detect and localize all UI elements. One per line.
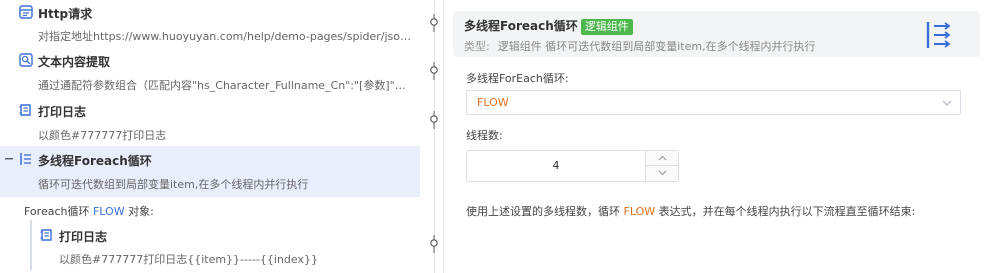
foreach-icon	[20, 153, 31, 165]
detail-panel: 多线程Foreach循环 逻辑组件 类型: 逻辑组件 循环可迭代数组到局部变量ite…	[443, 0, 984, 273]
node-description: 循环可迭代数组到局部变量item,在多个线程内并行执行	[38, 178, 309, 191]
node-title: 文本内容提取	[38, 55, 111, 69]
component-badge: 逻辑组件	[580, 19, 633, 35]
type-value: 逻辑组件 循环可迭代数组到局部变量item,在多个线程内并行执行	[497, 40, 816, 53]
http-icon	[19, 5, 33, 19]
flow-node-text-extract[interactable]: 文本内容提取 通过通配符参数组合（匹配内容"hs_Character_Fulln…	[0, 47, 420, 96]
foreach-source-label: 多线程ForEach循环:	[466, 72, 569, 85]
log-icon	[40, 229, 52, 241]
node-description: 以颜色#777777打印日志	[38, 129, 167, 142]
node-description: 以颜色#777777打印日志{{item}}-----{{index}}	[59, 253, 318, 266]
flow-node-multithread-foreach[interactable]: 多线程Foreach循环 循环可迭代数组到局部变量item,在多个线程内并行执行	[0, 146, 420, 197]
foreach-prefix: Foreach循环	[24, 205, 90, 218]
flow-node-child-print-log[interactable]: 打印日志 以颜色#777777打印日志{{item}}-----{{index}…	[20, 222, 420, 272]
flow-connector-line	[434, 0, 435, 273]
connector-icon[interactable]	[428, 62, 440, 80]
detail-type-row: 类型: 逻辑组件 循环可迭代数组到局部变量item,在多个线程内并行执行	[464, 38, 816, 54]
chevron-up-icon	[658, 155, 667, 161]
foreach-icon	[926, 22, 951, 48]
log-icon	[19, 104, 31, 116]
foreach-source-value: FLOW	[477, 96, 509, 109]
flow-panel: Http请求 对指定地址https://www.huoyuyan.com/hel…	[0, 0, 443, 273]
detail-header: 多线程Foreach循环 逻辑组件 类型: 逻辑组件 循环可迭代数组到局部变量ite…	[453, 11, 980, 57]
foreach-keyword: FLOW	[92, 205, 125, 218]
detail-title-row: 多线程Foreach循环 逻辑组件	[464, 17, 633, 35]
type-label: 类型:	[464, 40, 490, 53]
note-suffix: 表达式，并在每个线程内执行以下流程直至循环结束:	[658, 205, 916, 218]
chevron-down-icon	[942, 100, 952, 106]
note-keyword: FLOW	[623, 205, 656, 218]
flow-node-print-log[interactable]: 打印日志 以颜色#777777打印日志	[0, 96, 420, 146]
collapse-icon[interactable]	[5, 158, 13, 160]
foreach-source-select[interactable]: FLOW	[466, 90, 961, 115]
thread-count-label: 线程数:	[466, 129, 503, 142]
node-title: Http请求	[38, 7, 93, 21]
foreach-body-label: Foreach循环 FLOW 对象:	[24, 203, 154, 219]
chevron-down-icon	[658, 170, 667, 176]
node-description: 通过通配符参数组合（匹配内容"hs_Character_Fullname_Cn"…	[38, 79, 416, 92]
decrement-button[interactable]	[646, 166, 679, 181]
note-prefix: 使用上述设置的多线程数，循环	[466, 205, 620, 218]
description-note: 使用上述设置的多线程数，循环 FLOW 表达式，并在每个线程内执行以下流程直至循…	[466, 203, 915, 219]
node-title: 多线程Foreach循环	[38, 154, 152, 168]
extract-icon	[19, 53, 33, 67]
connector-icon[interactable]	[428, 235, 440, 253]
increment-button[interactable]	[646, 151, 679, 166]
flow-node-http-request[interactable]: Http请求 对指定地址https://www.huoyuyan.com/hel…	[0, 0, 420, 47]
connector-icon[interactable]	[428, 111, 440, 129]
node-title: 打印日志	[59, 230, 108, 244]
thread-count-stepper[interactable]: 4	[466, 150, 679, 182]
node-title: 打印日志	[38, 105, 87, 119]
stepper-controls	[645, 151, 679, 181]
node-description: 对指定地址https://www.huoyuyan.com/help/demo-…	[38, 30, 416, 43]
foreach-suffix: 对象:	[128, 205, 154, 218]
connector-icon[interactable]	[428, 14, 440, 32]
detail-title: 多线程Foreach循环	[464, 19, 578, 33]
thread-count-value[interactable]: 4	[467, 159, 645, 172]
